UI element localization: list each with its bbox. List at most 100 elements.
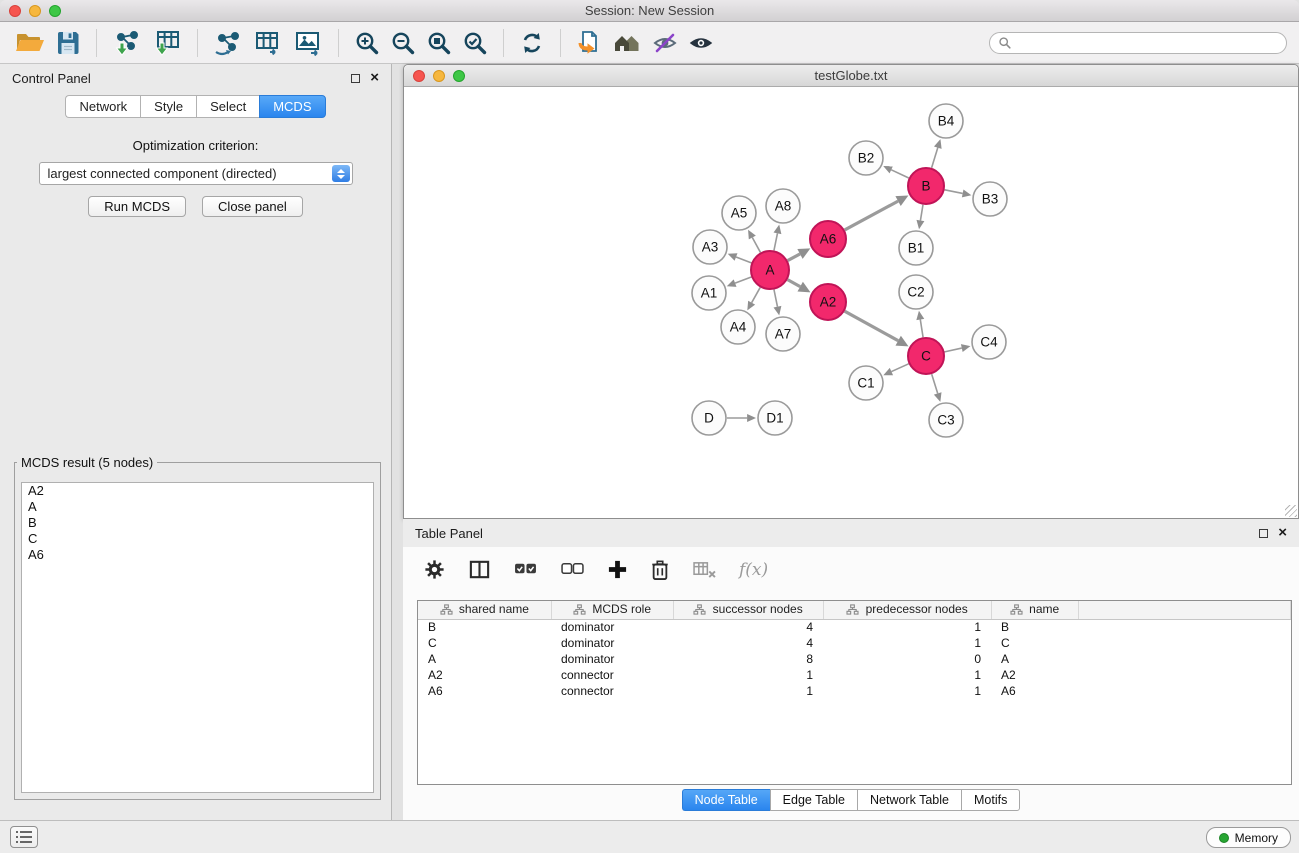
column-header-predecessor-nodes[interactable]: predecessor nodes	[823, 601, 991, 619]
select-all-button[interactable]	[511, 558, 540, 581]
table-panel-title: Table Panel	[415, 526, 483, 541]
tab-network-table[interactable]: Network Table	[857, 789, 961, 811]
fx-icon: f(x)	[739, 560, 768, 580]
result-item[interactable]: B	[22, 515, 373, 531]
graph-node-label: A2	[820, 295, 837, 310]
column-header-shared-name[interactable]: shared name	[418, 601, 551, 619]
search-box[interactable]	[989, 32, 1287, 54]
log-console-button[interactable]	[10, 826, 38, 848]
graph-node-label: D1	[766, 411, 783, 426]
result-item[interactable]: A6	[22, 547, 373, 563]
graph-edge-arrow	[728, 253, 738, 260]
search-input[interactable]	[1016, 36, 1278, 50]
status-bar: Memory	[0, 820, 1299, 853]
table-row[interactable]: A6connector11A6	[418, 683, 1291, 699]
graph-node-label: A4	[730, 320, 747, 335]
graph-edge-B-B4[interactable]	[932, 148, 938, 168]
tab-node-table[interactable]: Node Table	[682, 789, 770, 811]
graph-edge-A-A8[interactable]	[774, 233, 777, 250]
export-network-button[interactable]	[208, 27, 248, 59]
zoom-out-button[interactable]	[385, 28, 421, 58]
open-session-button[interactable]	[10, 28, 50, 58]
graph-edge-C-C2[interactable]	[920, 320, 923, 338]
graph-edge-A2-C[interactable]	[845, 311, 899, 341]
close-panel-button[interactable]: Close panel	[202, 196, 303, 217]
tab-mcds[interactable]: MCDS	[259, 95, 325, 118]
criterion-dropdown[interactable]: largest connected component (directed)	[39, 162, 353, 185]
graph-edge-A-A2[interactable]	[788, 280, 801, 287]
refresh-button[interactable]	[514, 28, 550, 58]
show-details-button[interactable]	[683, 28, 719, 58]
graph-node-label: B4	[938, 114, 955, 129]
run-mcds-button[interactable]: Run MCDS	[88, 196, 186, 217]
table-row[interactable]: Adominator80A	[418, 651, 1291, 667]
show-columns-button[interactable]	[466, 556, 493, 583]
graph-edge-B-B3[interactable]	[945, 190, 963, 194]
export-image-button[interactable]	[288, 27, 328, 59]
result-item[interactable]: A	[22, 499, 373, 515]
close-table-panel-icon[interactable]: ×	[1278, 528, 1287, 538]
tab-select[interactable]: Select	[196, 95, 259, 118]
function-builder-button[interactable]: f(x)	[737, 558, 770, 582]
main-toolbar	[0, 22, 1299, 64]
graph-edge-A-A3[interactable]	[736, 257, 751, 263]
table-header-row: shared name MCDS role successor nodes pr…	[418, 601, 1291, 619]
export-table-button[interactable]	[248, 27, 288, 59]
table-row[interactable]: A2connector11A2	[418, 667, 1291, 683]
mcds-result-list[interactable]: A2ABCA6	[21, 482, 374, 793]
tab-style[interactable]: Style	[140, 95, 196, 118]
graph-edge-B-B2[interactable]	[891, 170, 909, 178]
result-item[interactable]: C	[22, 531, 373, 547]
result-item[interactable]: A2	[22, 483, 373, 499]
float-panel-icon[interactable]	[351, 74, 360, 83]
graph-edge-C-C3[interactable]	[932, 374, 938, 393]
graph-edge-C-C1[interactable]	[891, 364, 908, 372]
graph-edge-A6-B[interactable]	[845, 201, 898, 230]
hide-details-button[interactable]	[647, 28, 683, 58]
resize-grip-icon[interactable]	[1285, 505, 1297, 517]
deselect-all-button[interactable]	[558, 558, 587, 581]
import-table-file-button[interactable]	[147, 27, 187, 59]
graph-edge-A-A6[interactable]	[788, 254, 800, 261]
graph-edge-arrow	[934, 139, 942, 149]
tab-network[interactable]: Network	[65, 95, 140, 118]
graph-node-label: A	[765, 263, 774, 278]
float-table-panel-icon[interactable]	[1259, 529, 1268, 538]
table-row[interactable]: Cdominator41C	[418, 635, 1291, 651]
graph-edge-A-A7[interactable]	[774, 290, 777, 307]
delete-table-button[interactable]	[690, 558, 719, 581]
graph-edge-B-B1[interactable]	[920, 205, 923, 221]
column-header-mcds-role[interactable]: MCDS role	[551, 601, 673, 619]
graph-edge-A-A1[interactable]	[735, 277, 751, 283]
graph-edge-A-A4[interactable]	[752, 287, 761, 302]
mcds-result-title: MCDS result (5 nodes)	[17, 455, 157, 470]
graph-edge-A-A5[interactable]	[752, 237, 760, 252]
graph-node-label: A5	[731, 206, 748, 221]
close-panel-icon[interactable]: ×	[370, 73, 379, 83]
column-header-successor-nodes[interactable]: successor nodes	[673, 601, 823, 619]
zoom-fit-button[interactable]	[421, 28, 457, 58]
home-button[interactable]	[607, 28, 647, 58]
delete-column-button[interactable]	[648, 557, 672, 583]
add-column-button[interactable]	[605, 557, 630, 582]
table-row[interactable]: Bdominator41B	[418, 619, 1291, 635]
import-network-file-button[interactable]	[107, 27, 147, 59]
network-canvas[interactable]: B4B2BB3A5A8A6A3B1AC2A1A2A4A7C4CC1DD1C3	[404, 87, 1298, 518]
tab-edge-table[interactable]: Edge Table	[770, 789, 857, 811]
zoom-in-button[interactable]	[349, 28, 385, 58]
tab-motifs[interactable]: Motifs	[961, 789, 1020, 811]
table-settings-button[interactable]	[421, 556, 448, 583]
node-table[interactable]: shared name MCDS role successor nodes pr…	[417, 600, 1292, 785]
zoom-selected-button[interactable]	[457, 28, 493, 58]
open-session-file-button[interactable]	[571, 28, 607, 58]
graph-edge-C-C4[interactable]	[945, 348, 962, 352]
column-header-name[interactable]: name	[991, 601, 1078, 619]
control-panel-header: Control Panel ×	[0, 64, 391, 92]
zoom-selected-icon	[462, 30, 488, 56]
network-window-title: testGlobe.txt	[404, 68, 1298, 83]
save-session-button[interactable]	[50, 28, 86, 58]
graph-node-label: C2	[907, 285, 924, 300]
memory-button[interactable]: Memory	[1206, 827, 1291, 848]
network-canvas-svg[interactable]: B4B2BB3A5A8A6A3B1AC2A1A2A4A7C4CC1DD1C3	[404, 87, 1298, 518]
network-window-titlebar[interactable]: testGlobe.txt	[404, 65, 1298, 87]
